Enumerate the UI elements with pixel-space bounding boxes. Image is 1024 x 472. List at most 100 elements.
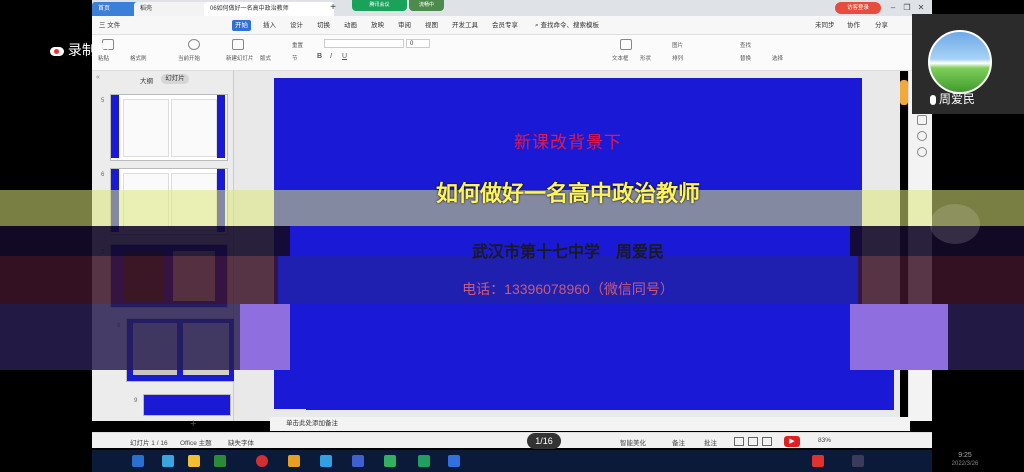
network-status-badge: 流畅中 [409,0,444,11]
tencent-meeting-icon[interactable] [418,455,430,467]
picture-button[interactable]: 图片 [672,41,683,49]
video-artifact-band [290,304,850,370]
vertical-scrollbar[interactable] [900,80,908,105]
recording-label: 录制中 [67,42,110,58]
sync-status[interactable]: 未同步 [812,20,838,31]
arrange-button[interactable]: 排列 [672,54,683,62]
notes-field[interactable]: 单击此处添加备注 [270,417,910,431]
find-button[interactable]: 查找 [740,41,751,49]
participant-avatar [928,30,992,94]
browser-tab-bar: 首页 稻壳 06如何做好一名高中政治教师 + [92,0,932,16]
app-icon[interactable] [320,455,332,467]
ime-icon[interactable] [812,455,824,467]
play-icon[interactable] [188,39,200,50]
menu-member[interactable]: 会员专享 [489,20,521,31]
comments-toggle[interactable]: 批注 [704,437,717,447]
sorter-view-icon[interactable] [748,437,758,446]
tab-document[interactable]: 06如何做好一名高中政治教师 [204,2,334,16]
slide-phone[interactable]: 电话：13396078960（微信同号） [274,279,862,299]
slide-thumbnail-5[interactable] [110,94,228,161]
command-search[interactable]: ⌕ 查找命令、搜索模板 [532,20,602,31]
menu-view[interactable]: 视图 [422,20,441,31]
select-button[interactable]: 选择 [772,54,783,62]
file-menu[interactable]: 三 文件 [96,20,123,31]
section-button[interactable]: 节 [292,54,298,62]
bold-button[interactable]: B [317,53,322,60]
wechat-icon[interactable] [384,455,396,467]
collab-button[interactable]: 协作 [844,20,863,31]
edge-browser-icon[interactable] [162,455,174,467]
play-slideshow-icon[interactable]: ▶ [784,436,800,447]
menu-developer[interactable]: 开发工具 [449,20,481,31]
menu-home[interactable]: 开始 [232,20,251,31]
slide-count: 幻灯片 1 / 16 [130,440,168,447]
normal-view-icon[interactable] [734,437,744,446]
restore-icon[interactable]: ❐ [901,2,913,14]
start-icon[interactable] [132,455,144,467]
menu-review[interactable]: 审阅 [395,20,414,31]
video-artifact-band [930,204,980,244]
clock-date[interactable]: 2022/3/26 [940,461,990,467]
slides-tab[interactable]: 幻灯片 [161,74,189,84]
cloud-record-icon [50,46,64,56]
slide-title[interactable]: 如何做好一名高中政治教师 [274,176,862,208]
clock-time[interactable]: 9:25 [945,452,985,459]
zoom-level[interactable]: 83% [818,437,831,444]
slide-thumbnail-9[interactable] [143,394,231,416]
file-explorer-icon[interactable] [188,455,200,467]
recording-indicator[interactable]: 录制中 [50,40,140,62]
slide-bottom-fragment [306,370,894,410]
guest-login-button[interactable]: 访客登录 [835,2,881,14]
slide-author[interactable]: 武汉市第十七中学 周爱民 [274,238,862,262]
meeting-badge[interactable]: 腾讯会议 [352,0,407,11]
thumb-number: 9 [134,398,138,404]
layers-icon[interactable] [917,115,927,125]
app-icon[interactable] [214,455,226,467]
reading-view-icon[interactable] [762,437,772,446]
theme-name[interactable]: Office 主题 [180,437,212,447]
participant-name: 周爱民 [930,90,1022,107]
font-size-select[interactable]: 0 [406,39,430,48]
tray-icon[interactable] [852,455,864,467]
smart-beautify-button[interactable]: 智能美化 [620,437,646,447]
menu-design[interactable]: 设计 [287,20,306,31]
settings-icon[interactable] [917,131,927,141]
notes-toggle[interactable]: 备注 [672,437,685,447]
menu-animation[interactable]: 动画 [341,20,360,31]
app-icon[interactable] [256,455,268,467]
replace-button[interactable]: 替换 [740,54,751,62]
microphone-icon [930,94,936,105]
help-icon[interactable] [917,147,927,157]
new-tab-button[interactable]: + [326,2,340,16]
play-from-current-button[interactable]: 当前开始 [178,54,200,62]
page-indicator: 1/16 [527,433,561,449]
app-icon[interactable] [288,455,300,467]
tab-daoke[interactable]: 稻壳 [134,2,206,16]
textbox-button[interactable]: 文本框 [612,54,629,62]
app-icon[interactable] [352,455,364,467]
menu-insert[interactable]: 插入 [260,20,279,31]
ribbon-toolbar: 粘贴 格式刷 当前开始 新建幻灯片 版式 重置 节 0 B I U 文本框 形状… [92,35,932,71]
participant-name-label: 周爱民 [939,92,976,106]
close-icon[interactable]: ✕ [915,2,927,14]
add-slide-icon[interactable]: + [190,418,196,430]
wps-icon[interactable] [448,455,460,467]
share-button[interactable]: 分享 [872,20,891,31]
textbox-icon[interactable] [620,39,632,50]
italic-button[interactable]: I [330,53,332,60]
menu-transition[interactable]: 切换 [314,20,333,31]
collapse-panel-icon[interactable]: « [96,74,100,81]
font-family-select[interactable] [324,39,404,48]
slide-subtitle[interactable]: 新课改背景下 [274,128,862,153]
minimize-icon[interactable]: – [887,2,899,14]
new-slide-button[interactable]: 新建幻灯片 [226,54,254,62]
layout-button[interactable]: 版式 [260,54,271,62]
shape-button[interactable]: 形状 [640,54,651,62]
missing-font-indicator[interactable]: 缺失字体 [228,437,254,447]
outline-tab[interactable]: 大纲 [140,75,153,85]
new-slide-icon[interactable] [232,39,244,50]
reset-button[interactable]: 重置 [292,41,303,49]
command-search-label: 查找命令、搜索模板 [540,22,599,29]
menu-slideshow[interactable]: 放映 [368,20,387,31]
underline-button[interactable]: U [342,53,347,60]
